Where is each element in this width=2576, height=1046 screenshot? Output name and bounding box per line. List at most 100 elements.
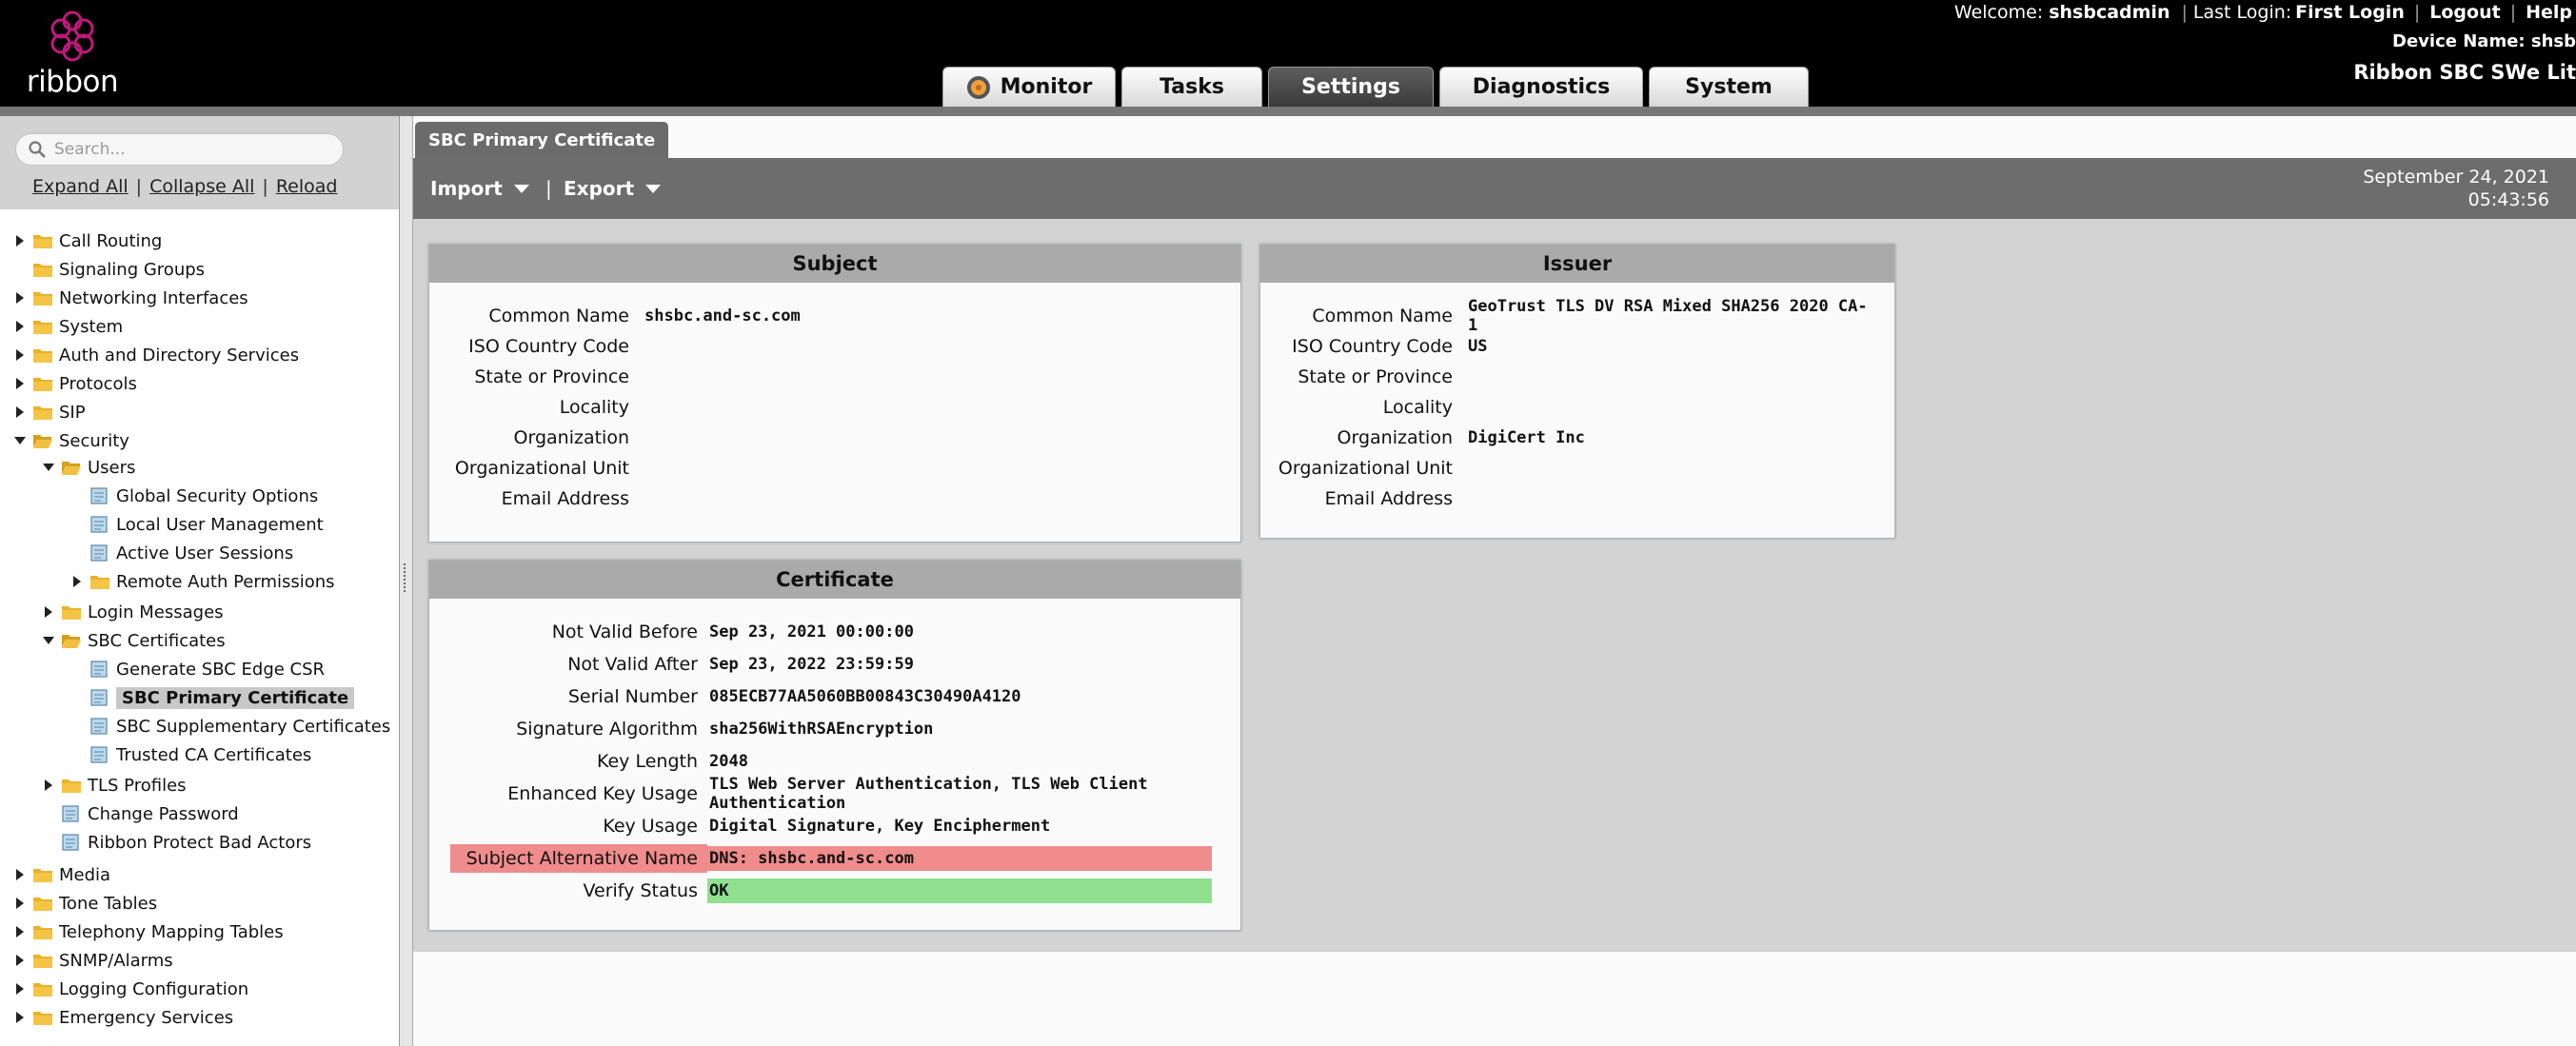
certificate-row: Not Valid Before Sep 23, 2021 00:00:00 bbox=[429, 618, 1212, 646]
tree-item[interactable]: Users bbox=[42, 455, 135, 480]
tree-item[interactable]: Change Password bbox=[42, 801, 239, 826]
top-header: ribbon Welcome: shsbcadmin | Last Login:… bbox=[0, 0, 2576, 107]
tree-item-label: SIP bbox=[59, 402, 86, 423]
tree-item-label: Active User Sessions bbox=[116, 543, 294, 563]
collapsed-arrow-icon[interactable] bbox=[42, 779, 55, 792]
reload-link[interactable]: Reload bbox=[276, 176, 338, 197]
tree-item[interactable]: Protocols bbox=[13, 371, 137, 396]
certificate-details: Subject Common Name shsbc.and-sc.com ISO C… bbox=[413, 219, 2576, 952]
tree-item[interactable]: Generate SBC Edge CSR bbox=[70, 657, 325, 681]
field-value: Sep 23, 2022 23:59:59 bbox=[709, 655, 914, 674]
folder-open-icon bbox=[33, 435, 52, 448]
collapsed-arrow-icon[interactable] bbox=[13, 1011, 27, 1024]
tree-item[interactable]: Auth and Directory Services bbox=[13, 343, 299, 367]
tree-item[interactable]: TLS Profiles bbox=[42, 773, 187, 798]
tree-item[interactable]: Security bbox=[13, 428, 129, 453]
tree-item[interactable]: Ribbon Protect Bad Actors bbox=[42, 830, 311, 855]
tree-item-label: Auth and Directory Services bbox=[59, 345, 300, 365]
field-label: ISO Country Code bbox=[1292, 336, 1453, 357]
subject-row: Organizational Unit bbox=[429, 454, 1214, 483]
expanded-arrow-icon[interactable] bbox=[42, 461, 55, 474]
field-label: Locality bbox=[559, 397, 629, 418]
collapsed-arrow-icon[interactable] bbox=[13, 377, 27, 390]
page-tab[interactable]: SBC Primary Certificate bbox=[415, 122, 669, 158]
tree-item-label: Security bbox=[59, 430, 129, 451]
collapsed-arrow-icon[interactable] bbox=[13, 982, 27, 996]
collapsed-arrow-icon[interactable] bbox=[13, 868, 27, 881]
tab-system[interactable]: System bbox=[1649, 67, 1809, 107]
tree-item[interactable]: SIP bbox=[13, 400, 86, 424]
tree-item[interactable]: SBC Certificates bbox=[42, 628, 226, 653]
subject-row: Email Address bbox=[429, 484, 1214, 513]
expanded-arrow-icon[interactable] bbox=[42, 634, 55, 647]
search-input[interactable]: Search... bbox=[15, 133, 344, 166]
tab-tasks[interactable]: Tasks bbox=[1121, 67, 1262, 107]
tab-settings-label: Settings bbox=[1301, 75, 1400, 99]
collapse-all-link[interactable]: Collapse All bbox=[149, 176, 254, 197]
tree-item[interactable]: Login Messages bbox=[42, 600, 224, 624]
tree-item[interactable]: Call Routing bbox=[13, 228, 162, 253]
tree-item[interactable]: Media bbox=[13, 862, 110, 887]
tree-item[interactable]: Signaling Groups bbox=[13, 257, 205, 282]
help-link[interactable]: Help bbox=[2526, 2, 2572, 23]
subject-panel-title: Subject bbox=[429, 245, 1240, 283]
field-label: Organizational Unit bbox=[454, 458, 629, 479]
collapsed-arrow-icon[interactable] bbox=[13, 320, 27, 333]
logout-link[interactable]: Logout bbox=[2429, 2, 2500, 23]
field-label: Not Valid Before bbox=[551, 622, 698, 642]
tree-item[interactable]: Telephony Mapping Tables bbox=[13, 919, 284, 944]
tree-item[interactable]: SBC Supplementary Certificates bbox=[70, 714, 390, 739]
collapsed-arrow-icon[interactable] bbox=[13, 234, 27, 247]
collapsed-arrow-icon[interactable] bbox=[13, 897, 27, 910]
field-value: TLS Web Server Authentication, TLS Web C… bbox=[709, 775, 1148, 813]
tree-item[interactable]: Global Security Options bbox=[70, 484, 318, 508]
issuer-row: Organization DigiCert Inc bbox=[1260, 424, 1875, 452]
subject-row: ISO Country Code bbox=[429, 332, 1214, 361]
tree-item[interactable]: Trusted CA Certificates bbox=[70, 742, 311, 767]
tree-item-label: Trusted CA Certificates bbox=[116, 744, 312, 765]
import-menu-button[interactable]: Import bbox=[430, 177, 529, 200]
expand-all-link[interactable]: Expand All bbox=[32, 176, 129, 197]
tab-monitor[interactable]: Monitor bbox=[942, 67, 1116, 107]
export-menu-button[interactable]: Export bbox=[564, 177, 662, 200]
tab-diagnostics[interactable]: Diagnostics bbox=[1439, 67, 1643, 107]
collapsed-arrow-icon[interactable] bbox=[70, 575, 84, 588]
collapsed-arrow-icon[interactable] bbox=[13, 954, 27, 967]
tree-item-label: Ribbon Protect Bad Actors bbox=[88, 832, 312, 853]
collapsed-arrow-icon[interactable] bbox=[13, 291, 27, 305]
toolbar-separator: | bbox=[545, 177, 552, 200]
collapsed-arrow-icon[interactable] bbox=[13, 925, 27, 938]
export-label: Export bbox=[564, 177, 635, 200]
issuer-row: Organizational Unit bbox=[1260, 454, 1875, 483]
field-value: 2048 bbox=[709, 752, 748, 771]
import-label: Import bbox=[430, 177, 503, 200]
collapsed-arrow-icon[interactable] bbox=[42, 605, 55, 619]
folder-icon bbox=[33, 926, 52, 939]
issuer-row: Locality bbox=[1260, 393, 1875, 422]
field-label: Serial Number bbox=[567, 686, 698, 707]
collapsed-arrow-icon[interactable] bbox=[13, 405, 27, 419]
main-nav-tabs: Monitor Tasks Settings Diagnostics Syste… bbox=[942, 67, 1809, 107]
page-toolbar: Import | Export September 24, 2021 05:43… bbox=[413, 158, 2576, 219]
first-login-link[interactable]: First Login bbox=[2295, 2, 2405, 23]
tree-item[interactable]: SBC Primary Certificate bbox=[70, 685, 355, 710]
tree-item[interactable]: Tone Tables bbox=[13, 891, 157, 916]
expanded-arrow-icon[interactable] bbox=[13, 434, 27, 447]
tree-item[interactable]: System bbox=[13, 314, 123, 339]
tree-item[interactable]: Local User Management bbox=[70, 512, 324, 537]
tree-item[interactable]: Active User Sessions bbox=[70, 541, 293, 565]
page-icon bbox=[90, 746, 108, 763]
folder-open-icon bbox=[62, 635, 81, 648]
tree-item[interactable]: SNMP/Alarms bbox=[13, 948, 173, 973]
tree-item[interactable]: Logging Configuration bbox=[13, 977, 248, 1001]
page-icon bbox=[90, 516, 108, 533]
field-label: Verify Status bbox=[583, 880, 699, 901]
tree-item[interactable]: Networking Interfaces bbox=[13, 286, 248, 310]
sidebar-resize-handle[interactable] bbox=[400, 116, 413, 1046]
tree-item[interactable]: Remote Auth Permissions bbox=[70, 569, 335, 594]
collapsed-arrow-icon[interactable] bbox=[13, 348, 27, 362]
tree-item[interactable]: Emergency Services bbox=[13, 1005, 233, 1030]
field-label: Organization bbox=[513, 427, 629, 448]
tab-settings[interactable]: Settings bbox=[1268, 67, 1434, 107]
folder-icon bbox=[33, 1012, 52, 1025]
